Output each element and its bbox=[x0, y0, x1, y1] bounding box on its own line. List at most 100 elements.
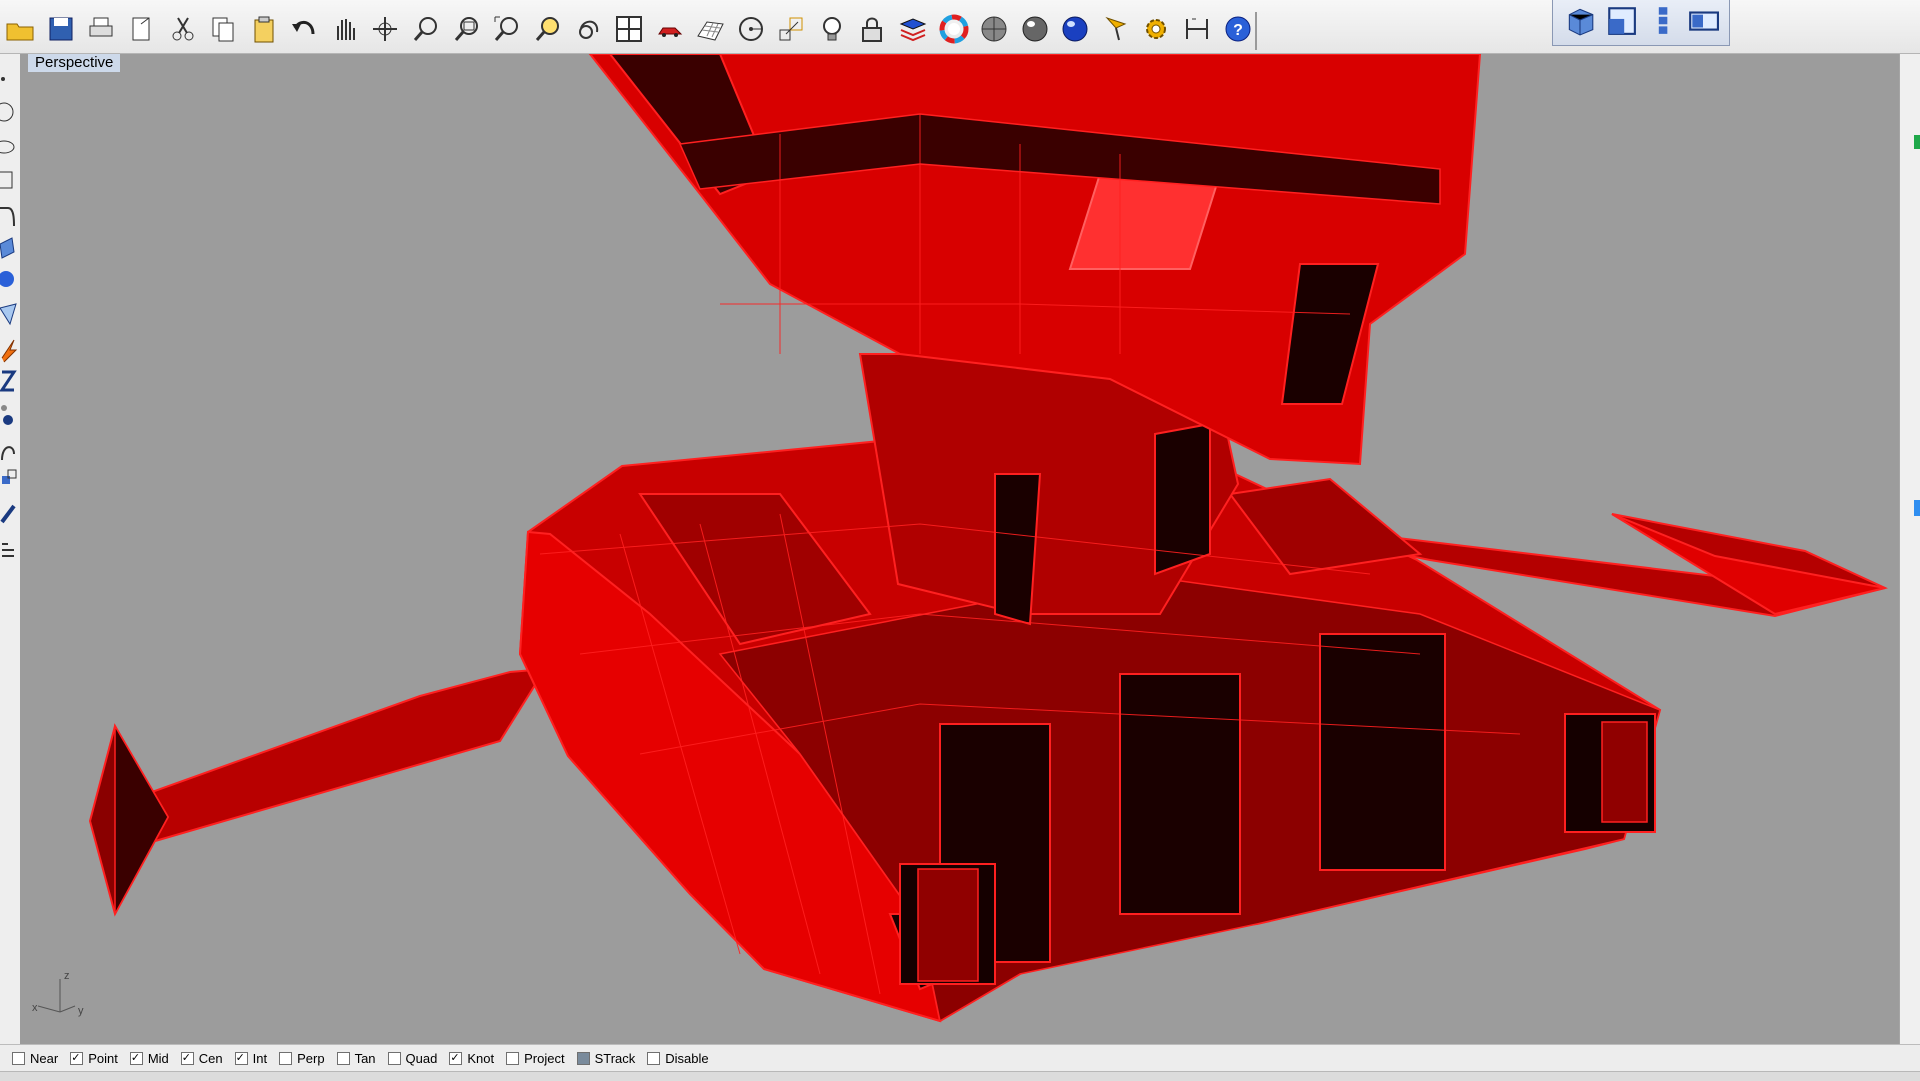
left-toolbar bbox=[0, 54, 21, 1044]
osnap-cen[interactable]: Cen bbox=[180, 1051, 223, 1066]
surface-tool-button[interactable] bbox=[0, 234, 18, 264]
osnap-point[interactable]: Point bbox=[70, 1051, 118, 1066]
mesh-tool-button[interactable] bbox=[0, 300, 18, 330]
scale-button[interactable] bbox=[771, 12, 812, 50]
perspective-viewport[interactable]: z x y Perspective bbox=[20, 54, 1899, 1044]
point-button[interactable] bbox=[0, 64, 18, 94]
osnap-mid[interactable]: Mid bbox=[129, 1051, 169, 1066]
3d-model[interactable]: z x y bbox=[20, 54, 1899, 1044]
osnap-perp-checkbox[interactable] bbox=[279, 1051, 293, 1065]
dimension-tool-button[interactable] bbox=[0, 366, 18, 396]
undo-view-button[interactable] bbox=[568, 12, 609, 50]
cut-button[interactable] bbox=[162, 12, 203, 50]
help-button[interactable]: ? bbox=[1217, 12, 1258, 50]
curve-tool-button[interactable] bbox=[0, 200, 18, 230]
help-icon: ? bbox=[1223, 14, 1253, 49]
axis-z-label: z bbox=[64, 970, 70, 982]
sphere-rendered-button[interactable] bbox=[1014, 12, 1055, 50]
ellipse-tool-button[interactable] bbox=[0, 132, 18, 162]
gear-button[interactable] bbox=[1136, 12, 1177, 50]
osnap-disable-checkbox[interactable] bbox=[647, 1051, 661, 1065]
group-tool-icon bbox=[0, 469, 18, 496]
analyze-tool-button[interactable] bbox=[0, 500, 18, 530]
perspective-box-button[interactable] bbox=[1562, 5, 1598, 41]
car-button[interactable] bbox=[649, 12, 690, 50]
osnap-tan[interactable]: Tan bbox=[336, 1051, 376, 1066]
color-wheel-icon bbox=[939, 14, 969, 49]
four-viewports-button[interactable] bbox=[609, 12, 650, 50]
open-icon bbox=[5, 14, 35, 49]
rotate-view-button[interactable] bbox=[365, 12, 406, 50]
grid-button[interactable] bbox=[690, 12, 731, 50]
osnap-project[interactable]: Project bbox=[506, 1050, 565, 1066]
split-view-button[interactable] bbox=[1685, 5, 1721, 41]
osnap-label: Project bbox=[524, 1050, 565, 1066]
osnap-project-checkbox[interactable] bbox=[506, 1051, 520, 1065]
osnap-near[interactable]: Near bbox=[12, 1051, 58, 1066]
transform-tool-button[interactable] bbox=[0, 400, 18, 430]
group-tool-button[interactable] bbox=[0, 462, 18, 492]
osnap-quad-checkbox[interactable] bbox=[387, 1051, 401, 1065]
osnap-perp[interactable]: Perp bbox=[279, 1051, 325, 1066]
print-button[interactable] bbox=[81, 12, 122, 50]
zoom-button[interactable] bbox=[406, 12, 447, 50]
osnap-label: Int bbox=[252, 1050, 268, 1066]
split-view-icon bbox=[1687, 4, 1719, 41]
paste-button[interactable] bbox=[243, 12, 284, 50]
ellipse-tool-icon bbox=[0, 140, 18, 166]
osnap-quad[interactable]: Quad bbox=[387, 1051, 437, 1066]
zoom-window-button[interactable] bbox=[446, 12, 487, 50]
four-viewports-icon bbox=[614, 14, 644, 49]
osnap-disable[interactable]: Disable bbox=[647, 1051, 709, 1066]
solid-tool-button[interactable] bbox=[0, 266, 18, 296]
dimension-icon bbox=[1182, 14, 1212, 49]
pan-button[interactable] bbox=[325, 12, 366, 50]
sphere-blue-icon bbox=[1060, 14, 1090, 49]
zoom-selected-icon bbox=[533, 14, 563, 49]
save-button[interactable] bbox=[41, 12, 82, 50]
save-icon bbox=[46, 14, 76, 49]
split-tool-button[interactable] bbox=[0, 334, 18, 364]
osnap-cen-checkbox[interactable] bbox=[180, 1051, 194, 1065]
undo-button[interactable] bbox=[284, 12, 325, 50]
render-tool-button[interactable] bbox=[0, 534, 18, 564]
sphere-blue-button[interactable] bbox=[1055, 12, 1096, 50]
zoom-extents-button[interactable] bbox=[487, 12, 528, 50]
top-view-icon bbox=[1605, 4, 1637, 41]
cut-icon bbox=[168, 14, 198, 49]
import-button[interactable] bbox=[122, 12, 163, 50]
vertical-toolbar-button[interactable] bbox=[1644, 5, 1680, 41]
osnap-point-checkbox[interactable] bbox=[70, 1051, 84, 1065]
cursor-flag-icon bbox=[1101, 14, 1131, 49]
axis-y-label: y bbox=[78, 1005, 84, 1017]
zoom-selected-button[interactable] bbox=[528, 12, 569, 50]
osnap-strack[interactable]: STrack bbox=[576, 1050, 636, 1066]
viewport-title[interactable]: Perspective bbox=[28, 54, 121, 72]
circle-point-button[interactable] bbox=[730, 12, 771, 50]
osnap-int-checkbox[interactable] bbox=[234, 1051, 248, 1065]
osnap-knot[interactable]: Knot bbox=[449, 1051, 494, 1066]
dimension-button[interactable] bbox=[1177, 12, 1218, 50]
osnap-int[interactable]: Int bbox=[234, 1050, 268, 1066]
layer-button[interactable] bbox=[893, 12, 934, 50]
color-wheel-button[interactable] bbox=[933, 12, 974, 50]
osnap-near-checkbox[interactable] bbox=[12, 1051, 25, 1065]
rectangle-tool-button[interactable] bbox=[0, 166, 18, 196]
circle-tool-button[interactable] bbox=[0, 97, 18, 127]
cursor-flag-button[interactable] bbox=[1096, 12, 1137, 50]
light-bulb-button[interactable] bbox=[812, 12, 853, 50]
sphere-shaded-button[interactable] bbox=[974, 12, 1015, 50]
osnap-label: STrack bbox=[594, 1050, 636, 1066]
osnap-bar: Near Point Mid Cen Int Perp Tan Quad Knot Project… bbox=[0, 1044, 1920, 1071]
osnap-strack-checkbox[interactable] bbox=[576, 1051, 590, 1065]
open-button[interactable] bbox=[0, 12, 41, 50]
perspective-box-icon bbox=[1564, 4, 1596, 41]
osnap-tan-checkbox[interactable] bbox=[336, 1051, 350, 1065]
lock-button[interactable] bbox=[852, 12, 893, 50]
copy-button[interactable] bbox=[203, 12, 244, 50]
toolbar-separator bbox=[1255, 12, 1257, 50]
osnap-mid-checkbox[interactable] bbox=[129, 1051, 143, 1065]
osnap-knot-checkbox[interactable] bbox=[449, 1051, 463, 1065]
top-view-button[interactable] bbox=[1603, 5, 1639, 41]
render-tool-icon bbox=[0, 543, 18, 568]
